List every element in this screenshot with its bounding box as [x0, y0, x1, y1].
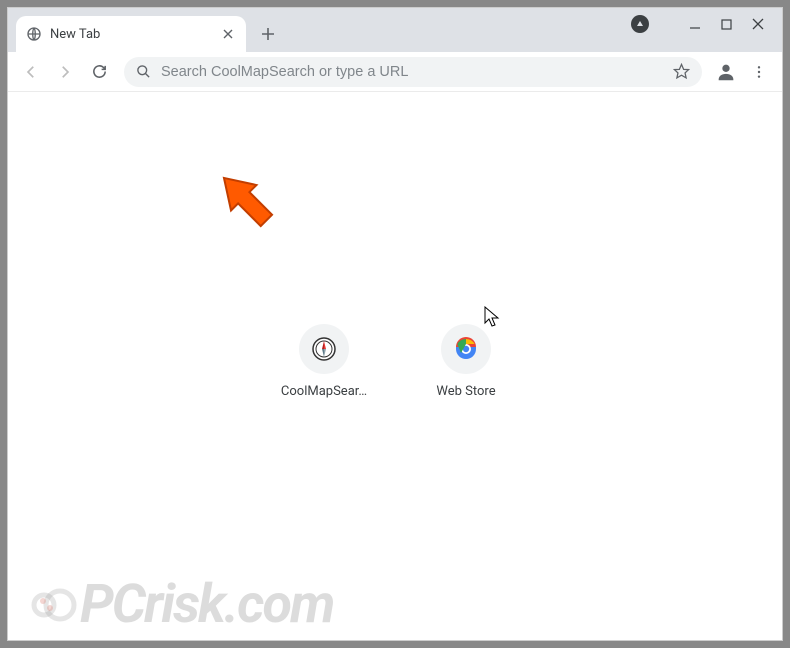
new-tab-button[interactable] — [254, 20, 282, 48]
tab-new-tab[interactable]: New Tab — [16, 16, 246, 52]
kebab-menu-button[interactable] — [744, 57, 774, 87]
compass-icon — [312, 337, 336, 361]
close-window-button[interactable] — [752, 18, 764, 30]
shortcut-web-store[interactable]: Web Store — [410, 324, 522, 399]
omnibox[interactable] — [124, 57, 702, 87]
annotation-arrow — [208, 162, 288, 246]
content-area: CoolMapSear… Web Store — [8, 92, 782, 640]
shortcut-tile — [441, 324, 491, 374]
back-button[interactable] — [16, 57, 46, 87]
chrome-icon — [454, 337, 478, 361]
globe-icon — [26, 26, 42, 42]
search-icon — [136, 64, 151, 79]
tab-title: New Tab — [50, 27, 212, 42]
profile-avatar[interactable] — [712, 58, 740, 86]
window-controls — [613, 8, 782, 40]
forward-button[interactable] — [50, 57, 80, 87]
shortcut-label: CoolMapSear… — [281, 384, 367, 399]
address-input[interactable] — [161, 64, 663, 80]
titlebar: New Tab — [8, 8, 782, 52]
maximize-button[interactable] — [721, 19, 732, 30]
close-tab-button[interactable] — [220, 26, 236, 42]
browser-window: New Tab — [7, 7, 783, 641]
shortcut-coolmapsearch[interactable]: CoolMapSear… — [268, 324, 380, 399]
extension-badge-icon[interactable] — [631, 15, 649, 33]
minimize-button[interactable] — [689, 18, 701, 30]
shortcuts-row: CoolMapSear… Web Store — [8, 324, 782, 399]
toolbar — [8, 52, 782, 92]
shortcut-label: Web Store — [436, 384, 495, 399]
shortcut-tile — [299, 324, 349, 374]
bookmark-star-icon[interactable] — [673, 63, 690, 80]
reload-button[interactable] — [84, 57, 114, 87]
